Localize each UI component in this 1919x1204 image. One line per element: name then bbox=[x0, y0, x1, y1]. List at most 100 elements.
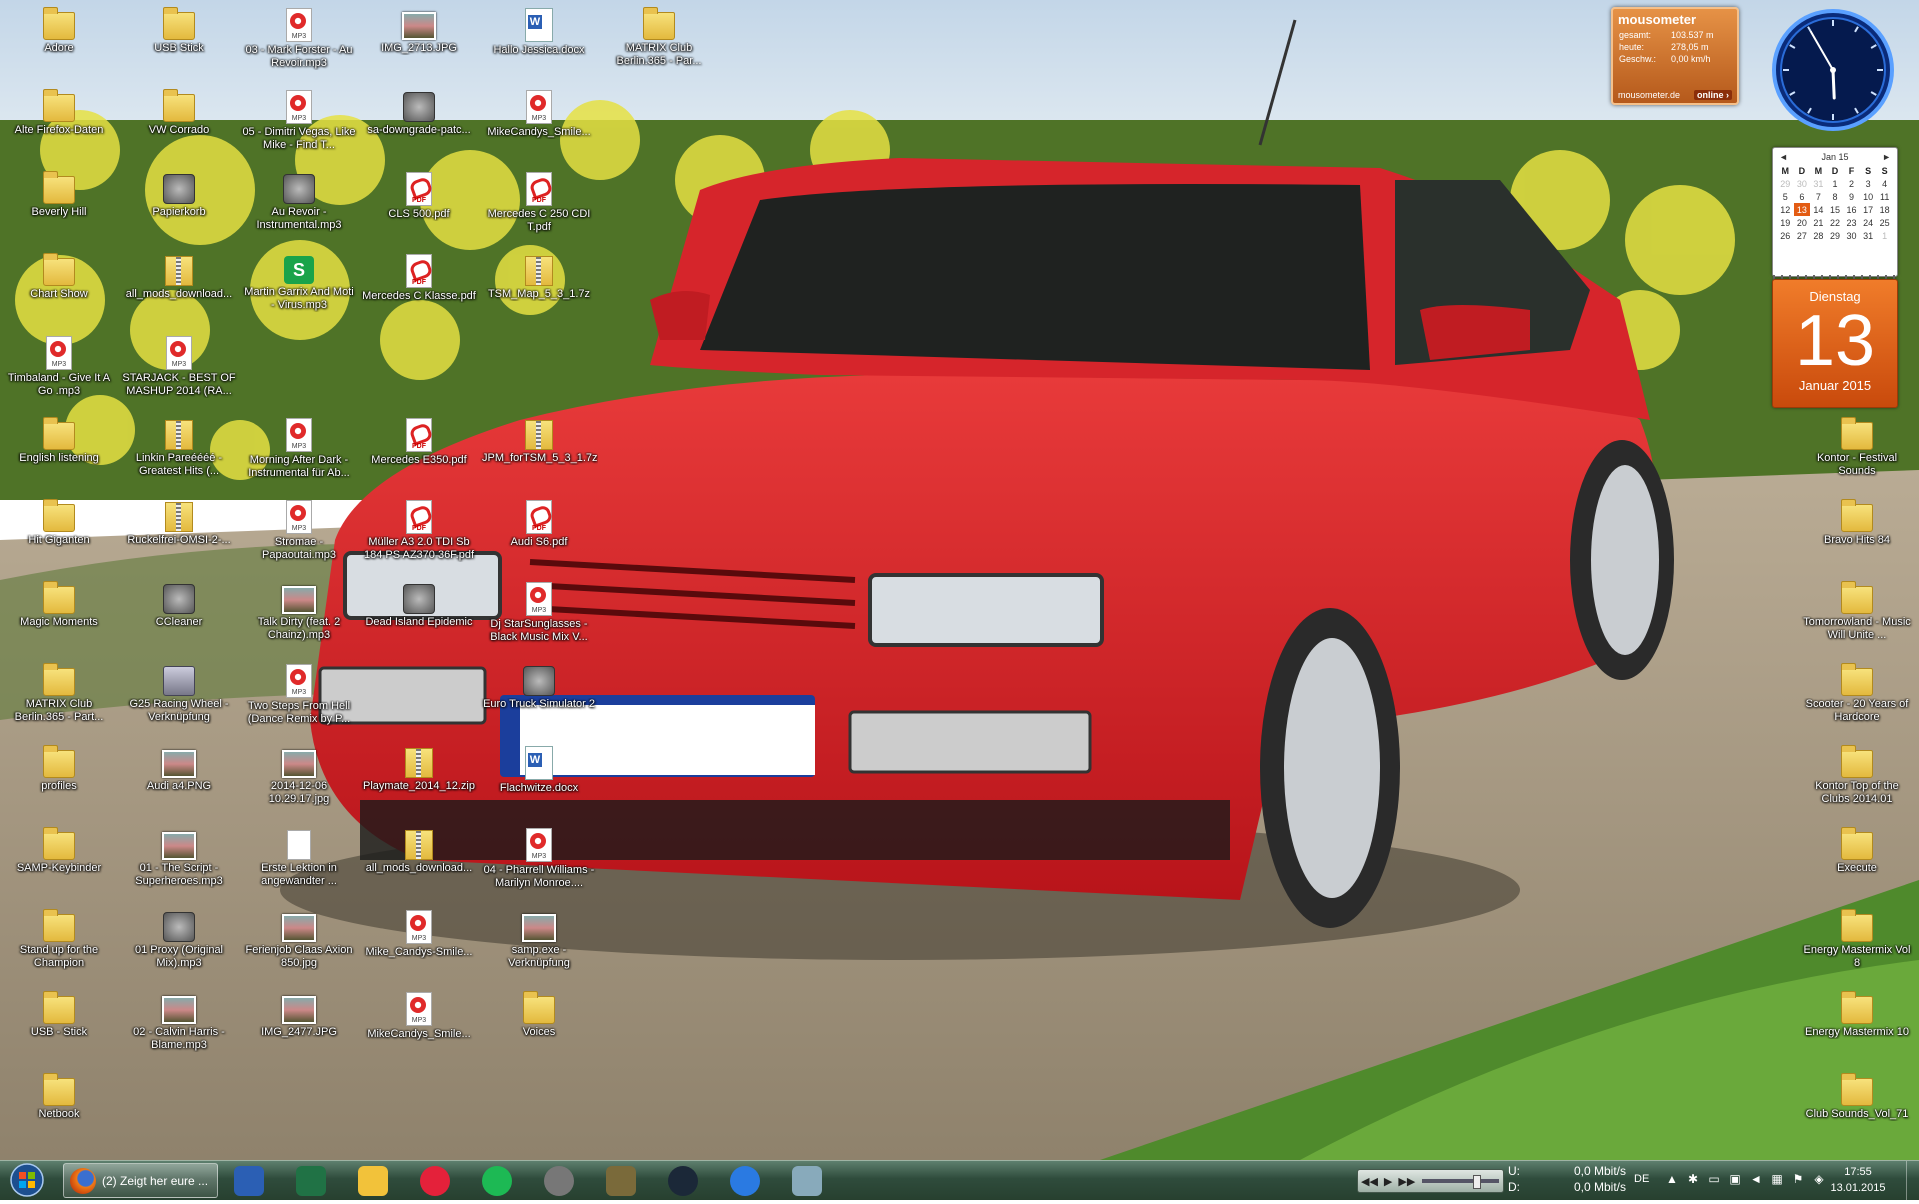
desktop-icon-tsm-map[interactable]: TSM_Map_5_3_1.7z bbox=[480, 248, 598, 328]
desktop-icon-all-mods-download[interactable]: all_mods_download... bbox=[120, 248, 238, 328]
taskbar-network[interactable] bbox=[780, 1163, 834, 1198]
desktop-icon-stromae[interactable]: Stromae - Papaoutai.mp3 bbox=[240, 494, 358, 574]
desktop-icon-kontor-festival[interactable]: Kontor - Festival Sounds bbox=[1798, 412, 1916, 492]
media-volume-slider[interactable] bbox=[1422, 1175, 1499, 1189]
start-button[interactable] bbox=[4, 1162, 50, 1199]
desktop-icon-two-steps-from-hell[interactable]: Two Steps From Hell (Dance Remix by P... bbox=[240, 658, 358, 738]
desktop-icon-img-2477[interactable]: IMG_2477.JPG bbox=[240, 986, 358, 1066]
calendar-day[interactable]: 19 bbox=[1777, 216, 1794, 229]
desktop-icon-talk-dirty[interactable]: Talk Dirty (feat. 2 Chainz).mp3 bbox=[240, 576, 358, 656]
desktop-icon-netbook[interactable]: Netbook bbox=[0, 1068, 118, 1148]
desktop-icon-ruckelfrei-omsi[interactable]: Ruckelfrei-OMSI-2-... bbox=[120, 494, 238, 574]
taskbar-mail[interactable] bbox=[346, 1163, 400, 1198]
desktop-icon-tomorrowland[interactable]: Tomorrowland - Music Will Unite ... bbox=[1798, 576, 1916, 656]
tray-volume-icon[interactable]: ◄ bbox=[1749, 1171, 1763, 1187]
calendar-day[interactable]: 15 bbox=[1827, 203, 1844, 216]
desktop-icon-dead-island[interactable]: Dead Island Epidemic bbox=[360, 576, 478, 656]
desktop-icon-calvin-harris[interactable]: 02 - Calvin Harris - Blame.mp3 bbox=[120, 986, 238, 1066]
desktop-icon-profiles[interactable]: profiles bbox=[0, 740, 118, 820]
desktop-icon-erste-lektion[interactable]: Erste Lektion in angewandter ... bbox=[240, 822, 358, 902]
desktop-icon-pharrell-williams[interactable]: 04 - Pharrell Williams - Marilyn Monroe.… bbox=[480, 822, 598, 902]
calendar-day[interactable]: 14 bbox=[1810, 203, 1827, 216]
desktop-icon-energy-mastermix-10[interactable]: Energy Mastermix 10 bbox=[1798, 986, 1916, 1066]
desktop-icon-ferienjob-claas[interactable]: Ferienjob Claas Axion 850.jpg bbox=[240, 904, 358, 984]
calendar-day[interactable]: 23 bbox=[1843, 216, 1860, 229]
desktop-icon-playmate-zip[interactable]: Playmate_2014_12.zip bbox=[360, 740, 478, 820]
desktop-icon-samp-exe[interactable]: samp.exe - Verknüpfung bbox=[480, 904, 598, 984]
calendar-day[interactable]: 31 bbox=[1860, 229, 1877, 242]
desktop-icon-english-listening[interactable]: English listening bbox=[0, 412, 118, 492]
desktop-icon-kontor-top-clubs[interactable]: Kontor Top of the Clubs 2014.01 bbox=[1798, 740, 1916, 820]
desktop-icon-matrix-club[interactable]: MATRIX Club Berlin.365 - Part... bbox=[0, 658, 118, 738]
taskbar-app[interactable] bbox=[718, 1163, 772, 1198]
tray-network-icon[interactable]: ▦ bbox=[1770, 1171, 1784, 1187]
desktop-icon-alte-firefox-daten[interactable]: Alte Firefox-Daten bbox=[0, 84, 118, 164]
calendar-day[interactable]: 12 bbox=[1777, 203, 1794, 216]
taskbar-itunes[interactable] bbox=[408, 1163, 462, 1198]
language-indicator[interactable]: DE bbox=[1634, 1173, 1649, 1185]
desktop-icon-scooter[interactable]: Scooter - 20 Years of Hardcore bbox=[1798, 658, 1916, 738]
media-player-toolbar[interactable]: ◀◀ ▶ ▶▶ bbox=[1357, 1169, 1504, 1193]
desktop-icon-mercedes-e350[interactable]: Mercedes E350.pdf bbox=[360, 412, 478, 492]
taskbar-steam[interactable] bbox=[656, 1163, 710, 1198]
calendar-day[interactable]: 13 bbox=[1793, 203, 1811, 216]
calendar-day[interactable]: 9 bbox=[1843, 190, 1860, 203]
date-card-gadget[interactable]: Dienstag 13 Januar 2015 bbox=[1772, 279, 1898, 408]
desktop-icon-audi-a4-png[interactable]: Audi a4.PNG bbox=[120, 740, 238, 820]
desktop-icon-ccleaner[interactable]: CCleaner bbox=[120, 576, 238, 656]
desktop-icon-energy-mastermix-8[interactable]: Energy Mastermix Vol 8 bbox=[1798, 904, 1916, 984]
calendar-day[interactable]: 10 bbox=[1860, 190, 1877, 203]
desktop-icon-samp-keybinder[interactable]: SAMP-Keybinder bbox=[0, 822, 118, 902]
tray-flag-icon[interactable]: ⚑ bbox=[1791, 1171, 1805, 1187]
desktop-icon-euro-truck-simulator[interactable]: Euro Truck Simulator 2 bbox=[480, 658, 598, 738]
calendar-next-button[interactable]: ► bbox=[1882, 152, 1891, 162]
calendar-day[interactable]: 1 bbox=[1827, 177, 1844, 190]
mousometer-site-link[interactable]: mousometer.de bbox=[1618, 90, 1680, 100]
taskbar-audio[interactable] bbox=[532, 1163, 586, 1198]
desktop-icon-usb-stick[interactable]: USB Stick bbox=[120, 2, 238, 82]
calendar-day[interactable]: 8 bbox=[1827, 190, 1844, 203]
calendar-day[interactable]: 21 bbox=[1810, 216, 1827, 229]
calendar-day[interactable]: 2 bbox=[1843, 177, 1860, 190]
desktop-icon-mikecandys-smile[interactable]: MikeCandys_Smile... bbox=[480, 84, 598, 164]
clock-gadget[interactable] bbox=[1771, 8, 1895, 132]
desktop-icon-mike-candys-smile[interactable]: Mike_Candys-Smile... bbox=[360, 904, 478, 984]
calendar-gadget[interactable]: ◄ Jan 15 ► MDMDFSS 29 30 31 1 2 3 4 5 6 7 8 9 10 11 12… bbox=[1772, 147, 1898, 285]
calendar-day[interactable]: 3 bbox=[1860, 177, 1877, 190]
calendar-day[interactable]: 29 bbox=[1777, 177, 1794, 190]
calendar-day[interactable]: 16 bbox=[1843, 203, 1860, 216]
desktop-icon-the-script[interactable]: 01 - The Script - Superheroes.mp3 bbox=[120, 822, 238, 902]
calendar-day[interactable]: 30 bbox=[1843, 229, 1860, 242]
desktop-icon-dj-starsunglasses[interactable]: Dj StarSunglasses - Black Music Mix V... bbox=[480, 576, 598, 656]
tray-expand-icon[interactable]: ▲ bbox=[1665, 1171, 1679, 1187]
desktop-icon-mikecandys-smile-2[interactable]: MikeCandys_Smile... bbox=[360, 986, 478, 1066]
calendar-day[interactable]: 1 bbox=[1876, 229, 1893, 242]
show-desktop-button[interactable] bbox=[1906, 1161, 1919, 1200]
desktop-icon-vw-corrado[interactable]: VW Corrado bbox=[120, 84, 238, 164]
desktop-icon-jpm-fortsm[interactable]: JPM_forTSM_5_3_1.7z bbox=[480, 412, 598, 492]
calendar-day[interactable]: 27 bbox=[1794, 229, 1811, 242]
calendar-day[interactable]: 24 bbox=[1860, 216, 1877, 229]
calendar-day[interactable]: 22 bbox=[1827, 216, 1844, 229]
mousometer-online-badge[interactable]: online › bbox=[1694, 90, 1732, 100]
desktop-icon-usb-stick-folder[interactable]: USB - Stick bbox=[0, 986, 118, 1066]
tray-settings-icon[interactable]: ✱ bbox=[1686, 1171, 1700, 1187]
desktop-icon-audi-s6-pdf[interactable]: Audi S6.pdf bbox=[480, 494, 598, 574]
desktop-icon-au-revoir-instrumental[interactable]: Au Revoir - Instrumental.mp3 bbox=[240, 166, 358, 246]
network-meter[interactable]: 0,0 Mbit/s 0,0 Mbit/s bbox=[1562, 1163, 1626, 1195]
taskbar-game[interactable] bbox=[594, 1163, 648, 1198]
taskbar-spotify[interactable] bbox=[470, 1163, 524, 1198]
calendar-day[interactable]: 17 bbox=[1860, 203, 1877, 216]
tray-display-icon[interactable]: ▣ bbox=[1728, 1171, 1742, 1187]
calendar-prev-button[interactable]: ◄ bbox=[1779, 152, 1788, 162]
desktop-icon-photo-2014-12-06[interactable]: 2014-12-06 10.29.17.jpg bbox=[240, 740, 358, 820]
desktop-icon-sa-downgrade[interactable]: sa-downgrade-patc... bbox=[360, 84, 478, 164]
desktop-icon-papierkorb[interactable]: Papierkorb bbox=[120, 166, 238, 246]
calendar-day[interactable]: 25 bbox=[1876, 216, 1893, 229]
desktop-icon-g25-racing-wheel[interactable]: G25 Racing Wheel - Verknüpfung bbox=[120, 658, 238, 738]
desktop-icon-hit-giganten[interactable]: Hit Giganten bbox=[0, 494, 118, 574]
calendar-day[interactable]: 29 bbox=[1827, 229, 1844, 242]
media-prev-button[interactable]: ◀◀ bbox=[1361, 1175, 1378, 1188]
desktop-icon-chart-show[interactable]: Chart Show bbox=[0, 248, 118, 328]
desktop-icon-club-sounds[interactable]: Club Sounds_Vol_71 bbox=[1798, 1068, 1916, 1148]
